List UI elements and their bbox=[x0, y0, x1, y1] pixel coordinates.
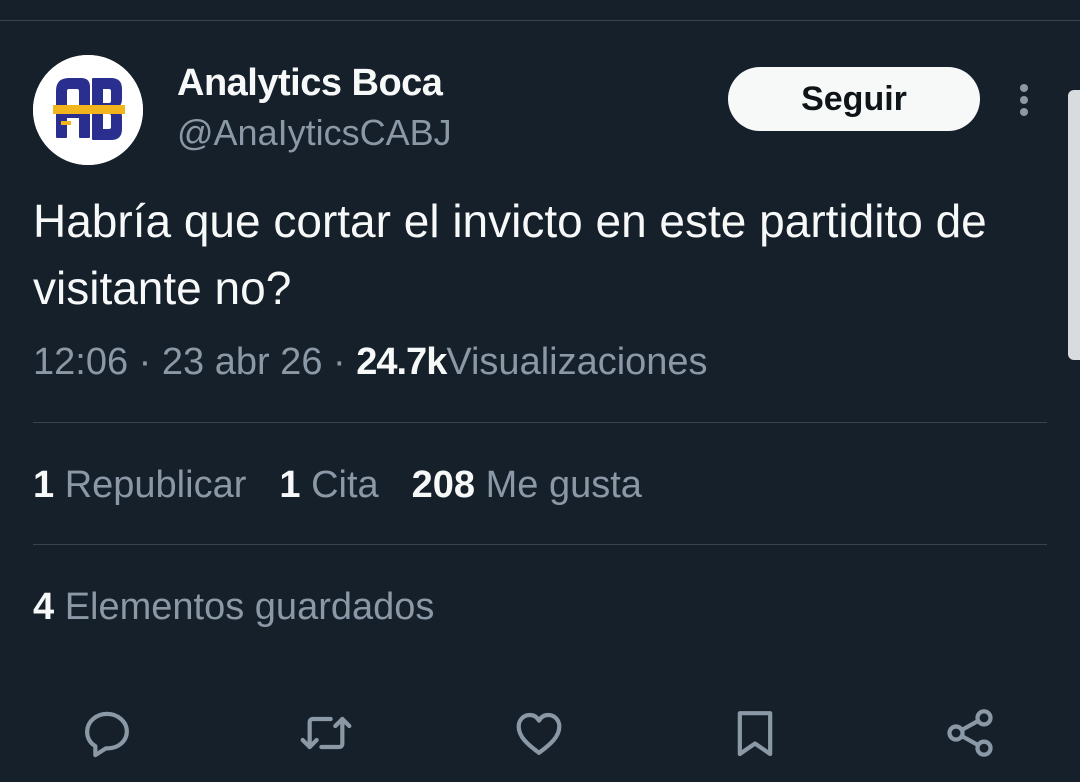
likes-label: Me gusta bbox=[485, 464, 642, 506]
scrollbar[interactable] bbox=[1068, 90, 1080, 360]
divider bbox=[33, 544, 1047, 545]
top-divider bbox=[0, 20, 1080, 21]
tweet-detail-page: Analytics Boca @AnaIyticsCABJ Seguir Hab… bbox=[0, 0, 1080, 782]
repost-icon[interactable] bbox=[298, 705, 354, 761]
meta-separator: · bbox=[138, 341, 152, 383]
views-count: 24.7k bbox=[356, 341, 447, 383]
reposts-count: 1 bbox=[33, 464, 55, 506]
tweet-meta: 12:06 · 23 abr 26 · 24.7kVisualizaciones bbox=[33, 341, 708, 384]
like-icon[interactable] bbox=[511, 705, 567, 761]
author-handle[interactable]: @AnaIyticsCABJ bbox=[177, 112, 452, 154]
meta-separator: · bbox=[333, 341, 346, 383]
likes-count: 208 bbox=[411, 464, 476, 506]
divider bbox=[33, 422, 1047, 423]
boca-logo-icon bbox=[33, 55, 143, 165]
follow-button[interactable]: Seguir bbox=[728, 67, 980, 131]
more-options-icon[interactable] bbox=[1008, 80, 1040, 120]
avatar[interactable] bbox=[33, 55, 143, 165]
reply-icon[interactable] bbox=[79, 705, 135, 761]
bookmarks-count: 4 bbox=[33, 586, 55, 628]
author-display-name[interactable]: Analytics Boca bbox=[177, 62, 443, 105]
likes-stat[interactable]: 208 Me gusta bbox=[412, 464, 642, 507]
share-icon[interactable] bbox=[942, 705, 998, 761]
bookmarks-stat[interactable]: 4 Elementos guardados bbox=[33, 586, 434, 629]
quotes-stat[interactable]: 1 Cita bbox=[279, 464, 378, 507]
tweet-date[interactable]: 23 abr 26 bbox=[162, 341, 323, 383]
reposts-stat[interactable]: 1 Republicar bbox=[33, 464, 246, 507]
bookmark-icon[interactable] bbox=[727, 705, 783, 761]
tweet-time[interactable]: 12:06 bbox=[33, 341, 128, 383]
tweet-text: Habría que cortar el invicto en este par… bbox=[33, 195, 987, 314]
bookmarks-label: Elementos guardados bbox=[64, 586, 435, 628]
reposts-label: Republicar bbox=[64, 464, 247, 506]
quotes-label: Cita bbox=[311, 464, 379, 506]
views-label: Visualizaciones bbox=[446, 341, 708, 383]
quotes-count: 1 bbox=[279, 464, 301, 506]
engagement-stats: 1 Republicar 1 Cita 208 Me gusta bbox=[33, 464, 642, 507]
